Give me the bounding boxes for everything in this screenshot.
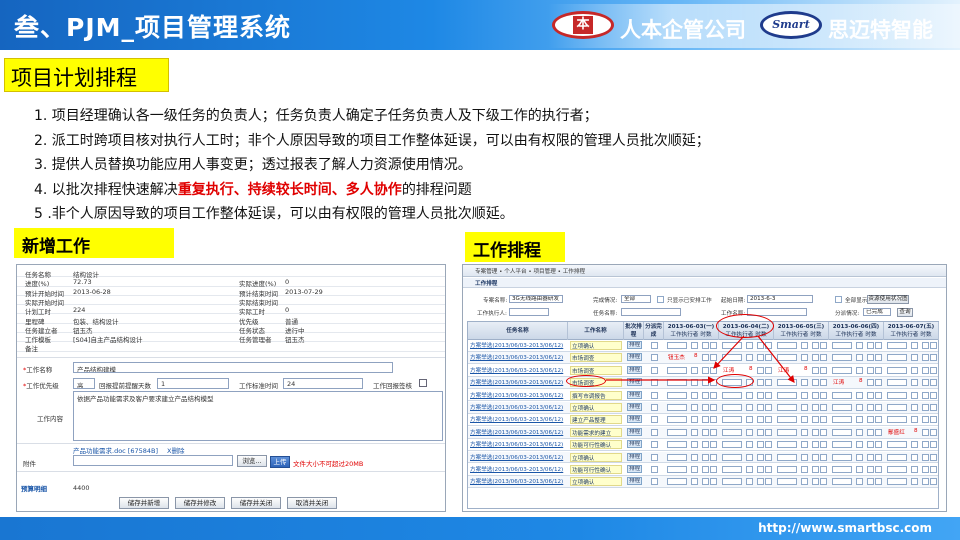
info-value: 2013-07-29	[285, 287, 323, 296]
smart-logo-icon: Smart	[760, 11, 822, 39]
reply-check-checkbox[interactable]	[419, 379, 427, 387]
info-row: 任务名称 结构设计	[17, 269, 445, 279]
work-schedule-label: 工作排程	[465, 232, 565, 262]
footer-bar: http://www.smartbsc.com	[0, 517, 960, 540]
info-row: 里程碑 包装、结构设计 优先级 普通	[17, 316, 445, 326]
reply-days-label: 回报提前提醒天数	[99, 382, 151, 390]
save-edit-button[interactable]: 储存并修改	[175, 497, 225, 509]
info-row: 任务建立者 钮玉杰 任务状态 进行中	[17, 325, 445, 335]
attach-label: 附件	[23, 460, 36, 468]
info-row: 进度(%) 72.73 实际进度(%) 0	[17, 278, 445, 288]
info-value: 0	[285, 306, 290, 315]
new-work-form: 任务名称 结构设计 进度(%) 72.73 实际进度(%) 0 预计开始时间 2013-06-…	[16, 264, 446, 512]
slide: 叁、PJM_项目管理系统 本 人本企管公司 Smart 思迈特智能 项目计划排程…	[0, 0, 960, 540]
bullet-4-prefix: 4. 以批次排程快速解决	[34, 181, 178, 198]
split-select[interactable]: 已完成	[863, 308, 891, 316]
tab-work-schedule[interactable]: 工作排程	[463, 278, 946, 288]
smart-logo-text: Smart	[772, 18, 810, 31]
start-date-label: 起始日期:	[721, 298, 746, 304]
budget-link[interactable]: 预算明细	[21, 483, 47, 493]
info-value: 2013-06-28	[73, 287, 111, 296]
info-row: 计划工时 224 实际工时 0	[17, 306, 445, 316]
divider	[17, 357, 445, 358]
info-value: 224	[73, 306, 86, 315]
bullet-item-3: 3. 提供人员替换功能应用人事变更；透过报表了解人力资源使用情况。	[34, 157, 472, 173]
bullet-item-5: 5 .非个人原因导致的项目工作整体延误，可以由有权限的管理人员批次顺延。	[34, 206, 514, 222]
info-value: 0	[285, 278, 290, 287]
footer-url: http://www.smartbsc.com	[758, 521, 932, 535]
attach-delete-link[interactable]: X删除	[167, 445, 184, 455]
renben-logo-icon: 本	[552, 11, 614, 39]
size-note: 文件大小不可超过20MB	[293, 460, 364, 468]
browse-button[interactable]: 浏览...	[237, 455, 267, 467]
header-bar: 叁、PJM_项目管理系统 本 人本企管公司 Smart 思迈特智能	[0, 0, 960, 50]
info-value: 72.73	[73, 278, 92, 287]
only-mine-label: 只显示已安排工作	[667, 298, 712, 304]
divider	[17, 471, 445, 472]
task-input[interactable]	[621, 308, 681, 316]
bullet-4-suffix: 的排程问题	[401, 181, 472, 198]
priority-label: *工作优先级	[23, 382, 59, 390]
company1-name: 人本企管公司	[620, 18, 746, 42]
project-select[interactable]: 3G无线路由器研发	[509, 295, 563, 303]
executor-input[interactable]	[509, 308, 549, 316]
breadcrumb: 专案管理 • 个人平台 • 项目管理 • 工作排程	[463, 265, 946, 277]
reply-check-label: 工作回报签核	[373, 382, 412, 390]
executor-label: 工作执行人:	[477, 311, 507, 317]
save-new-button[interactable]: 储存并新增	[119, 497, 169, 509]
annotation-arrow	[757, 335, 795, 383]
show-all-checkbox[interactable]	[835, 296, 842, 303]
priority-select[interactable]: 高	[73, 378, 95, 389]
project-label: 专案名称:	[483, 298, 508, 304]
work-schedule-panel: 专案管理 • 个人平台 • 项目管理 • 工作排程 工作排程 专案名称: 3G无…	[462, 264, 947, 512]
annotation-arrows	[606, 335, 795, 384]
start-date-input[interactable]: 2013-6-3	[747, 295, 813, 303]
upload-button[interactable]: 上传	[270, 456, 290, 468]
attach-file-link[interactable]: 产品功能需求.doc [67584B]	[73, 445, 158, 455]
section-title: 项目计划排程	[4, 58, 169, 92]
new-work-label: 新增工作	[14, 228, 174, 258]
schedule-grid: 任务名称 工作名称 批次排程 分派完成 2013-06-03(一) 工作执行者 时数 2013…	[467, 314, 939, 509]
work-name-input[interactable]: 产品结构建模	[73, 362, 393, 373]
duration-label: 工作标准时间	[239, 382, 278, 390]
reply-days-input[interactable]: 1	[157, 378, 229, 389]
status-label: 完成情况:	[593, 298, 618, 304]
only-mine-checkbox[interactable]	[657, 296, 664, 303]
company2-name: 思迈特智能	[828, 18, 933, 42]
budget-value: 4400	[73, 484, 90, 492]
split-label: 分派情况:	[835, 311, 860, 317]
show-all-label: 全部显示	[845, 298, 868, 304]
page-title: 叁、PJM_项目管理系统	[14, 13, 292, 42]
query-button[interactable]: 查询	[897, 308, 913, 317]
info-row: 预计开始时间 2013-06-28 预计结束时间 2013-07-29	[17, 287, 445, 298]
bullet-item-1: 1. 项目经理确认各一级任务的负责人；任务负责人确定子任务负责人及下级工作的执行…	[34, 108, 598, 124]
renben-logo-char: 本	[573, 16, 593, 34]
status-select[interactable]: 全部	[621, 295, 651, 303]
tab-label: 工作排程	[475, 281, 498, 287]
info-row: 实际开始时间 实际结束时间	[17, 297, 445, 307]
task-label: 任务名称:	[593, 311, 618, 317]
annotation-arrow	[713, 335, 745, 369]
work-name-label: *工作名称	[23, 366, 53, 374]
info-label: 备注	[25, 345, 38, 354]
bullet-item-2: 2. 派工时跨项目核对执行人工时；非个人原因导致的项目工作整体延误，可以由有权限…	[34, 132, 710, 149]
divider	[17, 443, 445, 444]
info-row: 工作模板 [S04]自主产品结构设计 任务管理者 钮玉杰	[17, 334, 445, 344]
content-textarea[interactable]: 依据产品功能需求及客户要求建立产品结构模型	[73, 391, 443, 441]
bullet-4-highlight: 重复执行、持续较长时间、多人协作	[177, 181, 402, 198]
save-close-button[interactable]: 储存并关闭	[231, 497, 281, 509]
breadcrumb-text: 专案管理 • 个人平台 • 项目管理 • 工作排程	[475, 269, 586, 275]
cancel-close-button[interactable]: 取消并关闭	[287, 497, 337, 509]
content-label: 工作内容	[37, 415, 63, 423]
bullet-item-4: 4. 以批次排程快速解决重复执行、持续较长时间、多人协作的排程问题	[34, 178, 934, 203]
duration-input[interactable]: 24	[283, 378, 363, 389]
resource-chart-button[interactable]: 资源使用状况图	[867, 295, 909, 304]
info-row: 备注	[17, 343, 445, 354]
attach-path-input[interactable]	[73, 455, 233, 466]
bullet-list: 1. 项目经理确认各一级任务的负责人；任务负责人确定子任务负责人及下级工作的执行…	[34, 104, 934, 227]
